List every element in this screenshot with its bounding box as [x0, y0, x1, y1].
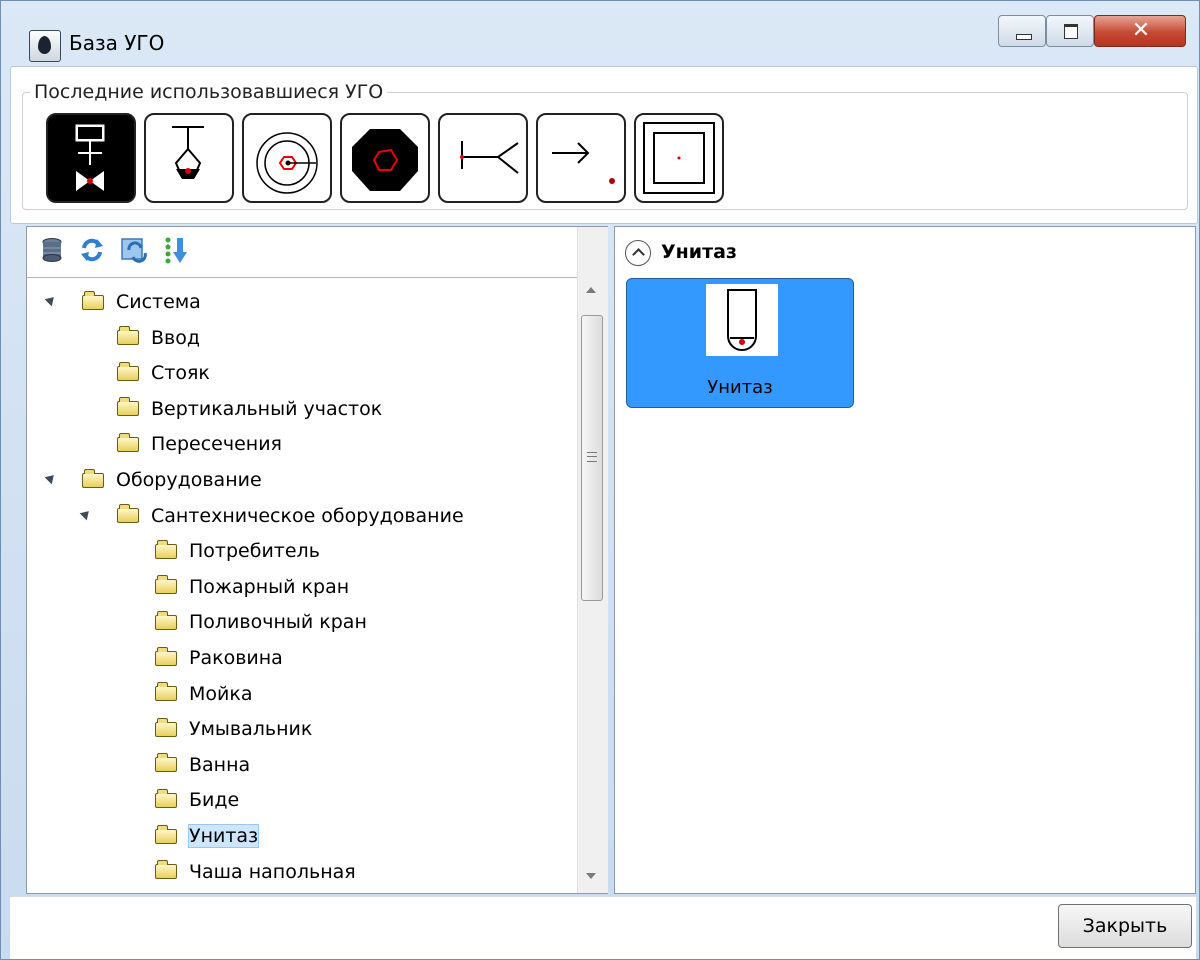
folder-icon	[117, 326, 139, 346]
folder-icon	[82, 468, 104, 488]
tree-item[interactable]: Биде	[155, 785, 239, 815]
tree-item[interactable]: Умывальник	[155, 714, 312, 744]
tree-item[interactable]: Раковина	[155, 643, 283, 673]
tree-item-label: Оборудование	[116, 469, 262, 491]
folder-icon	[155, 788, 177, 808]
tree-item-label: Раковина	[189, 647, 283, 669]
tap-symbol-icon	[172, 126, 204, 179]
close-window-button[interactable]: ✕	[1094, 15, 1186, 47]
category-tree: Система Ввод Стояк Вертикальный участок Пере…	[27, 277, 577, 893]
sort-icon[interactable]	[161, 235, 191, 265]
gallery-group-title: Унитаз	[661, 241, 737, 263]
circle-target-symbol-icon	[256, 132, 318, 194]
folder-icon	[155, 682, 177, 702]
tree-item-label: Система	[116, 291, 201, 313]
tree-item[interactable]: Система	[44, 287, 201, 317]
folder-icon	[117, 432, 139, 452]
tree-item[interactable]: Потребитель	[155, 536, 320, 566]
tree-item-label: Умывальник	[189, 718, 313, 741]
close-button[interactable]: Закрыть	[1058, 904, 1192, 948]
tree-item-label: Мойка	[189, 682, 253, 705]
tree-item-label: Ввод	[151, 326, 200, 349]
title-bar[interactable]: База УГО ✕	[1, 1, 1199, 65]
valve-symbol-button[interactable]	[46, 113, 136, 203]
tree-item[interactable]: Чаша напольная	[155, 857, 356, 887]
folder-icon	[155, 539, 177, 559]
app-icon	[29, 30, 61, 62]
filled-octagon-symbol-button[interactable]	[340, 113, 430, 203]
tree-expander-icon[interactable]	[44, 293, 58, 307]
tree-item[interactable]: Оборудование	[44, 465, 262, 495]
scroll-up-icon[interactable]	[586, 287, 596, 293]
recent-symbols-legend: Последние использовавшиеся УГО	[30, 81, 388, 103]
tree-toolbar	[27, 227, 608, 278]
tree-item-label: Вертикальный участок	[151, 397, 383, 420]
tree-item[interactable]: Пересечения	[117, 429, 282, 459]
branch-symbol-icon	[460, 141, 519, 174]
category-panel: Система Ввод Стояк Вертикальный участок Пере…	[26, 226, 608, 894]
folder-icon	[155, 860, 177, 880]
tree-item-label: Поливочный кран	[189, 611, 367, 634]
window-title: База УГО	[69, 31, 165, 55]
toolbar-scroll-cap	[577, 227, 608, 277]
folder-icon	[155, 610, 177, 630]
folder-icon	[155, 575, 177, 595]
arrow-dot-symbol-button[interactable]	[536, 113, 626, 203]
tree-item-label: Сантехническое оборудование	[151, 504, 464, 527]
tree-item-label: Пересечения	[151, 433, 282, 456]
folder-icon	[82, 290, 104, 310]
folder-icon	[155, 646, 177, 666]
tap-symbol-button[interactable]	[144, 113, 234, 203]
tree-item-label: Унитаз	[187, 824, 260, 848]
folder-icon	[117, 361, 139, 381]
folder-icon	[155, 824, 177, 844]
tree-item[interactable]: Стояк	[117, 358, 210, 388]
close-icon: ✕	[1131, 18, 1151, 43]
folder-icon	[155, 717, 177, 737]
toilet-symbol-icon	[706, 284, 778, 356]
dialog-footer	[10, 896, 1196, 959]
folder-icon	[117, 397, 139, 417]
folder-icon	[155, 753, 177, 773]
symbol-tile[interactable]: Унитаз	[626, 278, 854, 408]
tree-item[interactable]: Пожарный кран	[155, 572, 349, 602]
scroll-down-icon[interactable]	[586, 873, 596, 879]
tree-item[interactable]: Ванна	[155, 750, 250, 780]
tree-item-label: Чаша напольная	[189, 860, 356, 883]
collapse-group-button[interactable]	[625, 240, 651, 266]
arrow-dot-symbol-icon	[552, 142, 615, 184]
tree-item-label: Стояк	[151, 362, 210, 385]
minimize-button[interactable]	[998, 15, 1046, 47]
tree-item[interactable]: Унитаз	[155, 821, 260, 851]
maximize-button[interactable]	[1046, 15, 1094, 47]
symbol-tile-label: Унитаз	[707, 377, 773, 398]
update-icon[interactable]	[119, 235, 149, 265]
minimize-icon	[1016, 34, 1032, 40]
maximize-icon	[1064, 24, 1078, 39]
folder-icon	[117, 504, 139, 524]
tree-item[interactable]: Мойка	[155, 679, 253, 709]
square-frame-symbol-button[interactable]	[634, 113, 724, 203]
scroll-thumb[interactable]	[581, 315, 603, 601]
tree-item[interactable]: Сантехническое оборудование	[79, 501, 464, 531]
tree-scrollbar[interactable]	[577, 277, 608, 893]
tree-expander-icon[interactable]	[44, 471, 58, 485]
database-icon[interactable]	[37, 235, 67, 265]
circle-target-symbol-button[interactable]	[242, 113, 332, 203]
tree-item[interactable]: Вертикальный участок	[117, 394, 382, 424]
filled-octagon-symbol-icon	[352, 129, 418, 191]
branch-symbol-button[interactable]	[438, 113, 528, 203]
tree-item-label: Ванна	[189, 753, 251, 776]
symbol-gallery-panel: Унитаз Унитаз	[614, 226, 1196, 894]
refresh-icon[interactable]	[77, 235, 107, 265]
tree-item-label: Потребитель	[189, 540, 320, 563]
tree-item-label: Биде	[189, 789, 240, 812]
tree-expander-icon[interactable]	[79, 507, 93, 520]
tree-item[interactable]: Ввод	[117, 323, 200, 353]
valve-symbol-icon	[52, 119, 130, 197]
square-frame-symbol-icon	[643, 122, 715, 194]
tree-item[interactable]: Поливочный кран	[155, 607, 367, 637]
tree-item-label: Пожарный кран	[189, 575, 350, 598]
